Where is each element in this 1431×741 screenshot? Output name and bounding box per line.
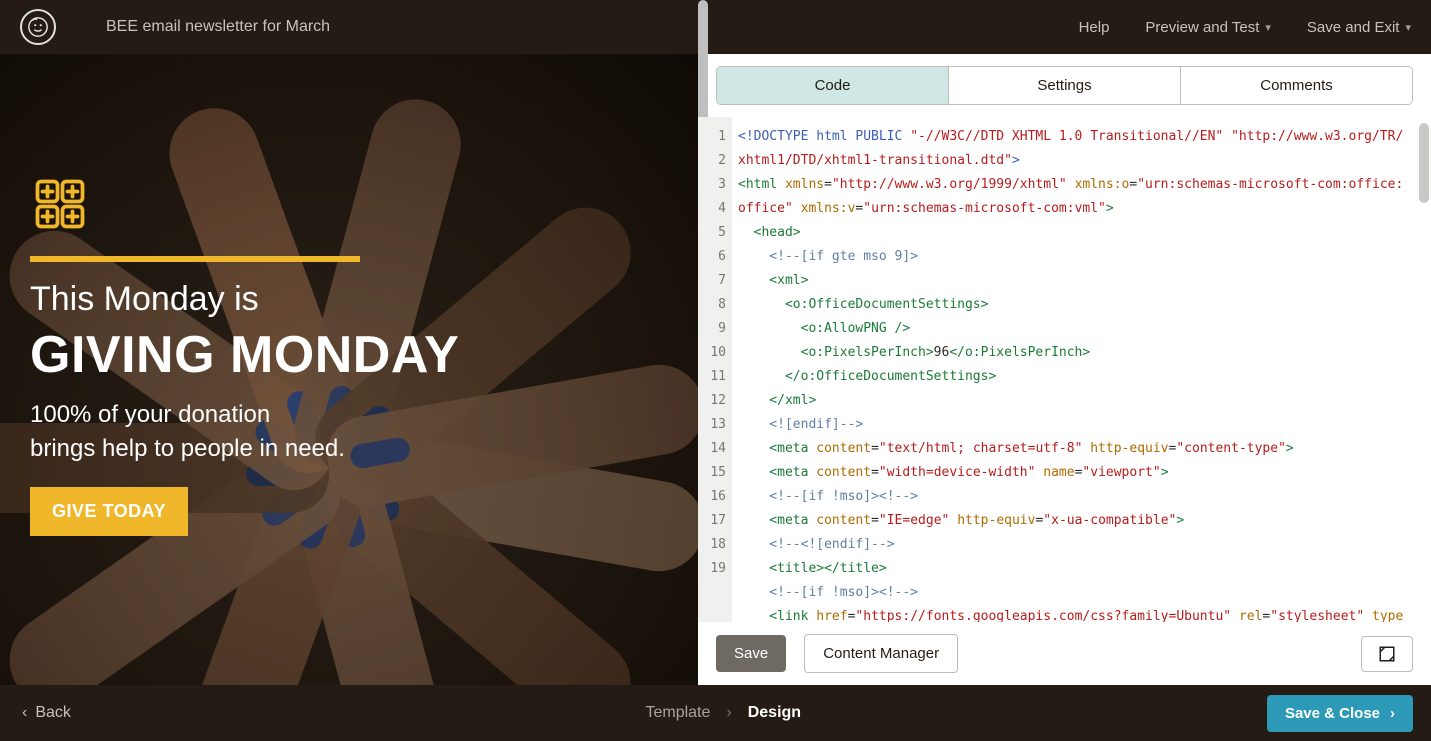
line-number: 6 xyxy=(698,245,726,269)
mailchimp-logo[interactable] xyxy=(20,9,56,45)
editor-pane: Code Settings Comments 12345678910111213… xyxy=(698,54,1431,685)
breadcrumb: Template › Design xyxy=(645,704,801,722)
code-line[interactable]: </xml> xyxy=(738,389,1421,413)
code-line[interactable]: <!--<![endif]--> xyxy=(738,533,1421,557)
chevron-right-icon: › xyxy=(1390,705,1395,722)
back-label: Back xyxy=(35,704,71,722)
app-footer: ‹ Back Template › Design Save & Close › xyxy=(0,685,1431,741)
code-line[interactable]: <link href="https://fonts.googleapis.com… xyxy=(738,605,1421,622)
code-line[interactable]: xhtml1/DTD/xhtml1-transitional.dtd"> xyxy=(738,149,1421,173)
preview-content: This Monday is GIVING MONDAY 100% of you… xyxy=(0,54,698,536)
line-number: 19 xyxy=(698,557,726,581)
code-line[interactable]: <!--[if !mso]><!--> xyxy=(738,485,1421,509)
line-number: 15 xyxy=(698,461,726,485)
code-line[interactable]: <meta content="width=device-width" name=… xyxy=(738,461,1421,485)
tab-settings[interactable]: Settings xyxy=(948,67,1180,104)
help-link[interactable]: Help xyxy=(1079,19,1110,36)
line-number: 2 xyxy=(698,149,726,173)
save-close-label: Save & Close xyxy=(1285,705,1380,722)
code-line[interactable]: </o:OfficeDocumentSettings> xyxy=(738,365,1421,389)
code-line[interactable]: <o:PixelsPerInch>96</o:PixelsPerInch> xyxy=(738,341,1421,365)
code-line[interactable]: office" xmlns:v="urn:schemas-microsoft-c… xyxy=(738,197,1421,221)
code-line[interactable]: <html xmlns="http://www.w3.org/1999/xhtm… xyxy=(738,173,1421,197)
expand-editor-button[interactable] xyxy=(1361,636,1413,672)
code-line[interactable]: <xml> xyxy=(738,269,1421,293)
line-number: 18 xyxy=(698,533,726,557)
tab-code[interactable]: Code xyxy=(717,67,948,104)
line-number: 5 xyxy=(698,221,726,245)
code-content[interactable]: <!DOCTYPE html PUBLIC "-//W3C//DTD XHTML… xyxy=(732,117,1431,622)
subhead-line1: 100% of your donation xyxy=(30,401,668,429)
subhead-line2: brings help to people in need. xyxy=(30,435,668,463)
preview-test-label: Preview and Test xyxy=(1145,19,1259,36)
save-button[interactable]: Save xyxy=(716,635,786,672)
code-line[interactable]: <meta content="text/html; charset=utf-8"… xyxy=(738,437,1421,461)
code-line[interactable]: <!--[if gte mso 9]> xyxy=(738,245,1421,269)
line-number: 14 xyxy=(698,437,726,461)
give-today-button[interactable]: GIVE TODAY xyxy=(30,487,188,536)
line-number: 17 xyxy=(698,509,726,533)
back-button[interactable]: ‹ Back xyxy=(22,704,71,722)
line-number: 4 xyxy=(698,197,726,221)
save-close-button[interactable]: Save & Close › xyxy=(1267,695,1413,732)
headline-line1: This Monday is xyxy=(30,280,668,319)
line-number: 3 xyxy=(698,173,726,197)
line-number: 11 xyxy=(698,365,726,389)
content-manager-button[interactable]: Content Manager xyxy=(804,634,958,673)
code-line[interactable]: <!--[if !mso]><!--> xyxy=(738,581,1421,605)
chevron-left-icon: ‹ xyxy=(22,704,27,722)
line-number: 13 xyxy=(698,413,726,437)
line-number: 8 xyxy=(698,293,726,317)
code-line[interactable]: <meta content="IE=edge" http-equiv="x-ua… xyxy=(738,509,1421,533)
code-line[interactable]: <![endif]--> xyxy=(738,413,1421,437)
line-number-gutter: 12345678910111213141516171819 xyxy=(698,117,732,622)
line-number: 10 xyxy=(698,341,726,365)
crumb-template[interactable]: Template xyxy=(645,704,710,722)
line-number: 7 xyxy=(698,269,726,293)
code-line[interactable]: <head> xyxy=(738,221,1421,245)
code-scrollbar[interactable] xyxy=(1419,123,1429,203)
line-number: 1 xyxy=(698,125,726,149)
code-line[interactable]: <o:OfficeDocumentSettings> xyxy=(738,293,1421,317)
chevron-down-icon: ▾ xyxy=(1265,21,1271,34)
tab-comments[interactable]: Comments xyxy=(1180,67,1412,104)
editor-tabs: Code Settings Comments xyxy=(716,66,1413,105)
code-editor[interactable]: 12345678910111213141516171819 <!DOCTYPE … xyxy=(698,117,1431,622)
code-line[interactable]: <!DOCTYPE html PUBLIC "-//W3C//DTD XHTML… xyxy=(738,125,1421,149)
main-split: This Monday is GIVING MONDAY 100% of you… xyxy=(0,54,1431,685)
accent-divider xyxy=(30,256,360,262)
email-preview-pane: This Monday is GIVING MONDAY 100% of you… xyxy=(0,54,698,685)
line-number: 16 xyxy=(698,485,726,509)
crumb-design[interactable]: Design xyxy=(748,704,801,722)
hands-together-icon xyxy=(30,174,90,234)
save-exit-label: Save and Exit xyxy=(1307,19,1400,36)
code-line[interactable]: <title></title> xyxy=(738,557,1421,581)
save-exit-menu[interactable]: Save and Exit ▾ xyxy=(1307,19,1411,36)
campaign-title: BEE email newsletter for March xyxy=(106,18,330,36)
help-label: Help xyxy=(1079,19,1110,36)
line-number: 9 xyxy=(698,317,726,341)
line-number: 12 xyxy=(698,389,726,413)
headline-line2: GIVING MONDAY xyxy=(30,325,668,385)
code-line[interactable]: <o:AllowPNG /> xyxy=(738,317,1421,341)
app-header: BEE email newsletter for March Help Prev… xyxy=(0,0,1431,54)
editor-footer: Save Content Manager xyxy=(698,622,1431,685)
chevron-down-icon: ▾ xyxy=(1405,21,1411,34)
preview-test-menu[interactable]: Preview and Test ▾ xyxy=(1145,19,1270,36)
chevron-right-icon: › xyxy=(726,704,731,722)
